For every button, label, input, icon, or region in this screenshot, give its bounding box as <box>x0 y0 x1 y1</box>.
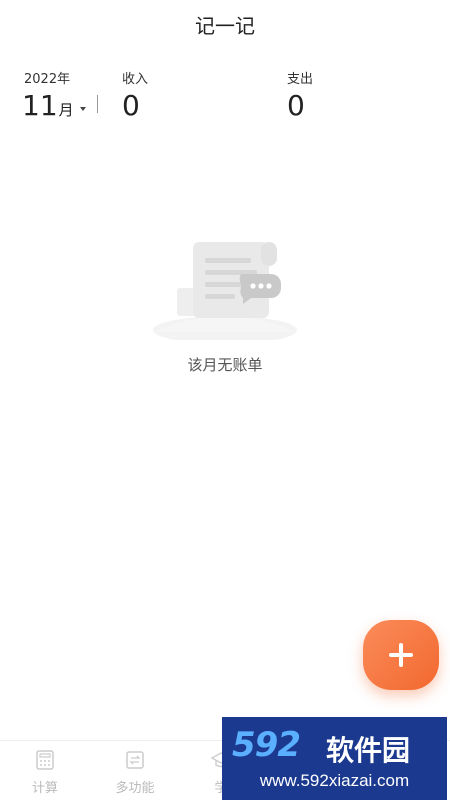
expense-value: 0 <box>287 89 305 122</box>
month-summary: 2022年 11 月 收入 0 支出 0 <box>0 60 450 130</box>
empty-state: 该月无账单 <box>0 230 450 380</box>
multi-function-icon <box>126 751 144 769</box>
plus-icon <box>389 643 413 667</box>
month-picker[interactable]: 11 月 <box>22 88 86 124</box>
calculator-icon <box>36 750 54 770</box>
nav-item-multi-function[interactable]: 多功能 <box>90 745 180 799</box>
income-label: 收入 <box>122 72 149 87</box>
watermark-brand: 软件园 <box>326 734 411 767</box>
expense-label: 支出 <box>287 72 314 87</box>
watermark-url: www.592xiazai.com <box>259 771 410 790</box>
page-title-text: 记一记 <box>195 13 255 38</box>
watermark-logo: 592 <box>232 725 301 765</box>
caret-down-icon <box>79 107 86 111</box>
nav-label-calculate: 计算 <box>31 781 58 796</box>
empty-bill-icon <box>153 242 297 340</box>
add-record-button[interactable] <box>363 620 439 690</box>
summary-divider <box>97 95 98 113</box>
app-screen: 记一记 2022年 11 月 收入 0 支出 0 该月无账单 计算 多功能 学 … <box>0 0 450 800</box>
empty-state-message: 该月无账单 <box>187 356 263 374</box>
page-title: 记一记 <box>0 0 450 48</box>
year-label: 2022年 <box>24 72 71 87</box>
nav-item-calculate[interactable]: 计算 <box>0 745 90 799</box>
nav-label-multi-function: 多功能 <box>115 781 155 796</box>
site-watermark: 592 软件园 www.592xiazai.com <box>222 717 447 800</box>
month-unit: 月 <box>58 101 74 119</box>
income-value: 0 <box>122 89 140 122</box>
month-number: 11 <box>22 89 58 122</box>
